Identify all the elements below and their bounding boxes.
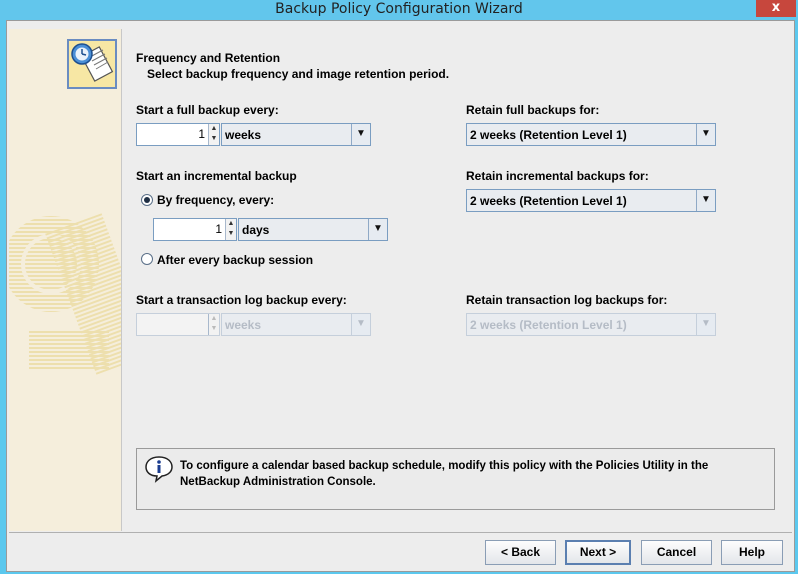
- wizard-window: Frequency and Retention Select backup fr…: [6, 20, 795, 572]
- after-session-label[interactable]: After every backup session: [157, 253, 313, 267]
- chevron-down-icon[interactable]: ▼: [351, 314, 370, 335]
- incremental-frequency-value: 1: [215, 222, 222, 236]
- full-backup-frequency-spinner[interactable]: 1 ▲ ▼: [136, 123, 220, 146]
- incremental-unit-value: days: [242, 223, 270, 237]
- chevron-down-icon[interactable]: ▼: [351, 124, 370, 145]
- spinner-up-icon[interactable]: ▲: [226, 219, 236, 229]
- spinner-down-icon[interactable]: ▼: [209, 324, 219, 334]
- spinner-down-icon[interactable]: ▼: [226, 229, 236, 239]
- title-bar: Backup Policy Configuration Wizard x: [0, 0, 798, 20]
- spinner-arrows[interactable]: ▲ ▼: [208, 124, 219, 145]
- spinner-down-icon[interactable]: ▼: [209, 134, 219, 144]
- chevron-down-icon[interactable]: ▼: [696, 124, 715, 145]
- window-title: Backup Policy Configuration Wizard: [275, 1, 523, 17]
- by-frequency-radio[interactable]: [141, 194, 153, 206]
- by-frequency-label[interactable]: By frequency, every:: [157, 193, 274, 207]
- retain-full-value: 2 weeks (Retention Level 1): [470, 128, 627, 142]
- close-button[interactable]: x: [756, 0, 796, 17]
- back-button[interactable]: < Back: [485, 540, 556, 565]
- next-button[interactable]: Next >: [565, 540, 631, 565]
- clock-watermark-icon: [9, 179, 121, 439]
- wizard-sidebar: [9, 29, 122, 531]
- incremental-backup-label: Start an incremental backup: [136, 169, 297, 183]
- button-divider: [9, 532, 792, 533]
- after-session-radio[interactable]: [141, 253, 153, 265]
- transaction-log-unit-value: weeks: [225, 318, 262, 332]
- chevron-down-icon[interactable]: ▼: [696, 190, 715, 211]
- full-backup-label: Start a full backup every:: [136, 103, 279, 117]
- retain-incremental-select[interactable]: 2 weeks (Retention Level 1) ▼: [466, 189, 716, 212]
- incremental-unit-select[interactable]: days ▼: [238, 218, 388, 241]
- transaction-log-frequency-spinner[interactable]: ▲ ▼: [136, 313, 220, 336]
- spinner-up-icon[interactable]: ▲: [209, 124, 219, 134]
- info-message: To configure a calendar based backup sch…: [180, 460, 709, 488]
- spinner-arrows[interactable]: ▲ ▼: [208, 314, 219, 335]
- full-backup-frequency-value: 1: [198, 127, 205, 141]
- chevron-down-icon[interactable]: ▼: [696, 314, 715, 335]
- retain-transaction-log-select[interactable]: 2 weeks (Retention Level 1) ▼: [466, 313, 716, 336]
- help-button[interactable]: Help: [721, 540, 783, 565]
- cancel-button[interactable]: Cancel: [641, 540, 712, 565]
- retain-transaction-log-value: 2 weeks (Retention Level 1): [470, 318, 627, 332]
- transaction-log-label: Start a transaction log backup every:: [136, 293, 347, 307]
- retain-incremental-label: Retain incremental backups for:: [466, 169, 649, 183]
- info-bubble-icon: [144, 455, 174, 483]
- spinner-arrows[interactable]: ▲ ▼: [225, 219, 236, 240]
- retain-transaction-log-label: Retain transaction log backups for:: [466, 293, 668, 307]
- info-message-box: To configure a calendar based backup sch…: [136, 448, 775, 510]
- retain-full-select[interactable]: 2 weeks (Retention Level 1) ▼: [466, 123, 716, 146]
- full-backup-unit-select[interactable]: weeks ▼: [221, 123, 371, 146]
- retain-full-label: Retain full backups for:: [466, 103, 600, 117]
- chevron-down-icon[interactable]: ▼: [368, 219, 387, 240]
- spinner-up-icon[interactable]: ▲: [209, 314, 219, 324]
- wizard-content: Frequency and Retention Select backup fr…: [124, 31, 789, 531]
- transaction-log-unit-select[interactable]: weeks ▼: [221, 313, 371, 336]
- incremental-frequency-spinner[interactable]: 1 ▲ ▼: [153, 218, 237, 241]
- retain-incremental-value: 2 weeks (Retention Level 1): [470, 194, 627, 208]
- page-title: Frequency and Retention: [136, 51, 281, 65]
- page-subtitle: Select backup frequency and image retent…: [147, 67, 450, 81]
- policy-clock-document-icon: [67, 39, 117, 89]
- full-backup-unit-value: weeks: [225, 128, 262, 142]
